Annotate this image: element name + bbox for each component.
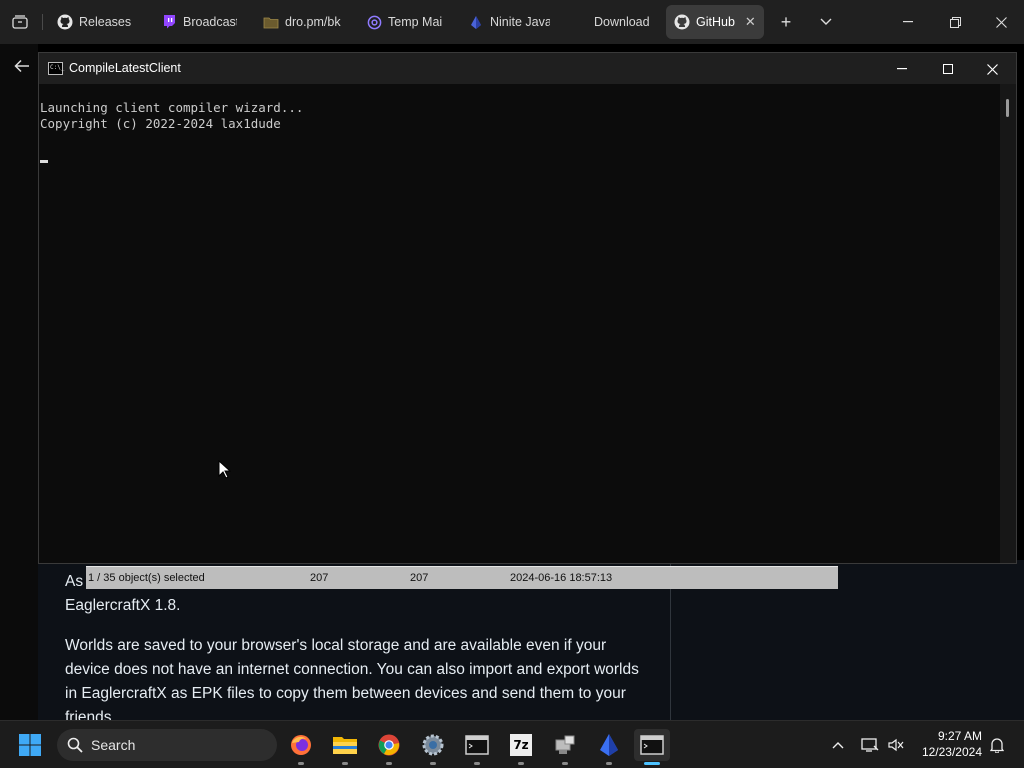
tab-label: GitHub (696, 15, 735, 29)
chrome-icon (378, 734, 400, 756)
paragraph-1-line-1: As (65, 573, 84, 590)
tab-list-chevron-icon[interactable] (812, 8, 840, 36)
close-tab-icon[interactable]: ✕ (745, 14, 756, 30)
console-scrollbar[interactable] (1000, 84, 1016, 563)
browser-restore-icon[interactable] (941, 8, 969, 36)
console-minimize-icon[interactable] (879, 55, 924, 83)
running-indicator (562, 762, 568, 765)
console-output[interactable]: Launching client compiler wizard... Copyr… (39, 84, 1001, 563)
tab-releases[interactable]: Releases · (57, 5, 135, 39)
console-line: Copyright (c) 2022-2024 lax1dude (40, 116, 281, 131)
chevron-up-icon (832, 742, 844, 749)
browser-minimize-icon[interactable] (894, 8, 922, 36)
paragraph-1-line-2: EaglercraftX 1.8. (65, 597, 181, 614)
article-text: As EaglercraftX 1.8. Worlds are saved to… (65, 566, 665, 724)
tab-download[interactable]: Download (572, 5, 652, 39)
console-title: CompileLatestClient (69, 61, 181, 75)
folder-icon (263, 14, 279, 30)
tab-temp-mail[interactable]: Temp Mai (366, 5, 444, 39)
clock-date: 12/23/2024 (921, 745, 982, 759)
browser-close-icon[interactable] (987, 8, 1015, 36)
settings-icon (422, 734, 444, 756)
workspaces-icon[interactable] (6, 8, 34, 36)
search-label: Search (91, 737, 136, 753)
tab-label: Download (594, 15, 650, 29)
taskbar-network-tool[interactable] (547, 729, 583, 765)
running-indicator (342, 762, 348, 765)
console-text: Launching client compiler wizard... Copyr… (40, 100, 303, 132)
github-icon (674, 14, 690, 30)
network-tool-icon (555, 735, 575, 754)
running-indicator (518, 762, 524, 765)
taskbar-app[interactable] (591, 729, 627, 765)
running-indicator (298, 762, 304, 765)
taskbar-settings[interactable] (415, 729, 451, 765)
back-button[interactable] (8, 52, 36, 80)
notification-bell-icon[interactable] (986, 721, 1008, 768)
console-line: Launching client compiler wizard... (40, 100, 304, 115)
taskbar-console-app[interactable] (634, 729, 670, 765)
article: As EaglercraftX 1.8. Worlds are saved to… (65, 570, 645, 724)
file-explorer-icon (333, 737, 357, 754)
running-indicator (386, 762, 392, 765)
tab-label: dro.pm/bk (285, 15, 341, 29)
firefox-icon (291, 735, 311, 755)
browser-side-strip (0, 44, 38, 724)
status-packed-size: 207 (410, 572, 429, 584)
console-maximize-icon[interactable] (925, 55, 970, 83)
tab-label: Temp Mai (388, 15, 443, 29)
taskbar-search-box[interactable]: Search (57, 729, 277, 761)
tab-broadcast[interactable]: Broadcast (161, 5, 237, 39)
taskbar-firefox[interactable] (283, 729, 319, 765)
new-tab-button[interactable]: + (772, 8, 800, 36)
active-indicator (644, 762, 660, 765)
taskbar: Search 7z 9:27 AM 12/23/2024 (0, 720, 1024, 768)
scrollbar-thumb[interactable] (1006, 99, 1009, 117)
ninite-icon (468, 14, 484, 30)
7zip-icon: 7z (510, 734, 532, 756)
taskbar-file-explorer[interactable] (327, 729, 363, 765)
tray-display-icon[interactable] (858, 721, 882, 768)
console-title-bar[interactable]: C:\_ CompileLatestClient (39, 53, 1016, 84)
tab-label: Releases · (79, 15, 135, 29)
browser-tab-strip: Releases · Broadcast dro.pm/bk Temp Mai … (0, 0, 1024, 44)
file-manager-status-bar: 1 / 35 object(s) selected 207 207 2024-0… (86, 566, 838, 589)
console-window[interactable]: C:\_ CompileLatestClient Launching clien… (38, 52, 1017, 564)
selection-count: 1 / 35 object(s) selected (88, 572, 205, 584)
twitch-icon (161, 14, 177, 30)
taskbar-terminal[interactable] (459, 729, 495, 765)
running-indicator (430, 762, 436, 765)
blank-page-icon (572, 14, 588, 30)
clock-time: 9:27 AM (937, 729, 982, 743)
running-indicator (606, 762, 612, 765)
text-cursor (40, 160, 48, 163)
github-icon (57, 14, 73, 30)
console-icon: C:\_ (48, 62, 64, 75)
tab-dro-pm[interactable]: dro.pm/bk (263, 5, 345, 39)
console-app-icon (640, 735, 664, 755)
windows-start-icon[interactable] (18, 733, 42, 757)
volume-muted-icon[interactable] (884, 721, 908, 768)
app-icon (600, 734, 618, 756)
tab-separator (42, 14, 43, 30)
show-hidden-icons[interactable] (826, 721, 850, 768)
tab-ninite[interactable]: Ninite Java (468, 5, 550, 39)
taskbar-chrome[interactable] (371, 729, 407, 765)
mouse-pointer-icon (218, 460, 232, 479)
status-size: 207 (310, 572, 329, 584)
system-clock[interactable]: 9:27 AM 12/23/2024 (912, 728, 982, 760)
tab-label: Broadcast (183, 15, 237, 29)
terminal-icon (465, 735, 489, 755)
tab-github[interactable]: GitHub ✕ (666, 5, 764, 39)
at-sign-icon (366, 14, 382, 30)
running-indicator (474, 762, 480, 765)
taskbar-7zip[interactable]: 7z (503, 729, 539, 765)
tab-label: Ninite Java (490, 15, 550, 29)
status-modified-date: 2024-06-16 18:57:13 (510, 572, 613, 584)
article-paragraph-2: Worlds are saved to your browser's local… (65, 637, 639, 724)
search-icon (67, 737, 83, 753)
console-close-icon[interactable] (970, 55, 1015, 83)
